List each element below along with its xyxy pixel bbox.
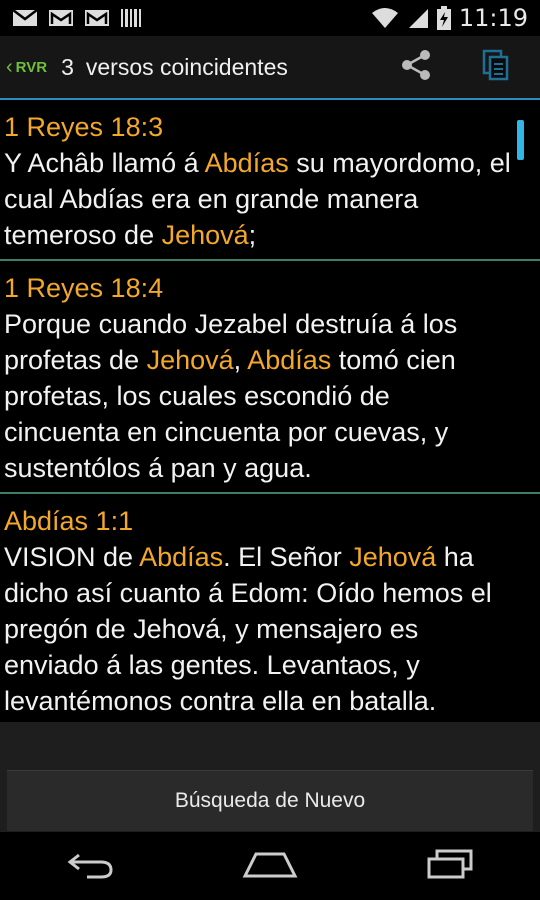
notification-icons (0, 7, 142, 29)
verse-text-segment: ; (248, 220, 257, 250)
action-bar: ‹ RVR 3 versos coincidentes (0, 36, 540, 100)
copy-icon (482, 49, 510, 86)
verse-text-segment: , (233, 345, 248, 375)
status-clock: 11:19 (458, 4, 528, 32)
verse-text: Y Achâb llamó á Abdías su mayordomo, el … (4, 145, 512, 253)
recent-apps-icon (425, 849, 475, 884)
nav-recent-apps-button[interactable] (410, 841, 490, 891)
verse-text-segment: . El Señor (223, 542, 350, 572)
share-icon (399, 48, 433, 87)
verse-text-segment: VISION de (4, 542, 140, 572)
footer-area: Búsqueda de Nuevo (0, 722, 540, 832)
highlighted-term: Jehová (161, 220, 249, 250)
highlighted-term: Abdías (247, 345, 332, 375)
verse-result-item[interactable]: 1 Reyes 18:4 Porque cuando Jezabel destru… (0, 261, 540, 494)
highlighted-term: Abdías (204, 148, 289, 178)
back-icon (65, 849, 115, 884)
verse-text-segment: Y Achâb llamó á (4, 148, 205, 178)
scrollbar-thumb[interactable] (517, 120, 524, 160)
page-title: versos coincidentes (85, 53, 288, 80)
nav-back-button[interactable] (50, 841, 130, 891)
up-navigation[interactable]: ‹ RVR (0, 56, 47, 79)
verse-text: Porque cuando Jezabel destruía á los pro… (4, 306, 512, 486)
status-bar: 11:19 (0, 0, 540, 36)
verse-result-item[interactable]: Abdías 1:1 VISION de Abdías. El Señor Jeh… (0, 494, 540, 722)
home-icon (242, 850, 298, 883)
signal-icon (407, 7, 429, 29)
gmail-icon (48, 8, 74, 28)
results-container: 1 Reyes 18:3 Y Achâb llamó á Abdías su ma… (0, 100, 540, 722)
barcode-icon (120, 7, 142, 29)
wifi-icon (371, 7, 399, 29)
chevron-left-icon: ‹ (6, 55, 13, 78)
action-bar-buttons (396, 47, 540, 87)
copy-button[interactable] (476, 47, 516, 87)
bible-version-label: RVR (15, 58, 48, 76)
gmail-icon (84, 8, 110, 28)
battery-charging-icon (436, 6, 451, 30)
match-count: 3 (61, 53, 74, 80)
highlighted-term: Abdías (139, 542, 224, 572)
highlighted-term: Jehová (349, 542, 437, 572)
highlighted-term: Jehová (146, 345, 234, 375)
results-list[interactable]: 1 Reyes 18:3 Y Achâb llamó á Abdías su ma… (0, 100, 540, 722)
verse-reference: 1 Reyes 18:3 (4, 112, 164, 142)
system-icons: 11:19 (371, 4, 540, 32)
gmail-icon (12, 8, 38, 28)
verse-result-item[interactable]: 1 Reyes 18:3 Y Achâb llamó á Abdías su ma… (0, 100, 540, 261)
search-again-button[interactable]: Búsqueda de Nuevo (7, 770, 533, 831)
verse-text: VISION de Abdías. El Señor Jehová ha dic… (4, 539, 512, 719)
navigation-bar (0, 832, 540, 900)
share-button[interactable] (396, 47, 436, 87)
nav-home-button[interactable] (230, 841, 310, 891)
verse-reference: 1 Reyes 18:4 (4, 273, 164, 303)
verse-reference: Abdías 1:1 (4, 506, 134, 536)
